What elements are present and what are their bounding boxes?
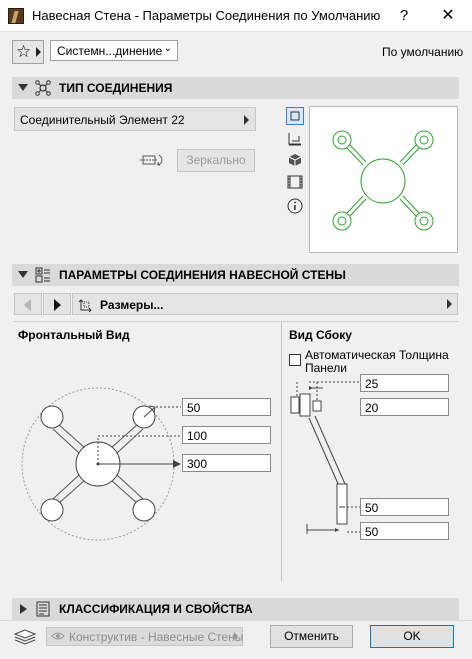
close-button[interactable]: ✕ bbox=[436, 4, 460, 28]
collapse-triangle-icon bbox=[18, 84, 28, 91]
collapse-triangle-icon bbox=[18, 271, 28, 278]
auto-thickness-label: Автоматическая Толщина Панели bbox=[305, 348, 449, 375]
3d-cube-icon bbox=[288, 154, 302, 166]
arm-length-field[interactable]: 300 bbox=[182, 454, 271, 472]
footer-divider bbox=[0, 620, 472, 621]
classification-icon bbox=[36, 601, 50, 617]
previous-page-button[interactable] bbox=[14, 293, 42, 315]
section-connection-type-header[interactable]: ТИП СОЕДИНЕНИЯ bbox=[12, 77, 459, 99]
title-bar: Навесная Стена - Параметры Соединения по… bbox=[0, 0, 472, 32]
eye-icon bbox=[51, 632, 65, 640]
dimensions-icon bbox=[78, 299, 92, 313]
connection-element-value: Соединительный Элемент 22 bbox=[20, 113, 185, 127]
star-icon: ☆ bbox=[16, 42, 32, 61]
params-list-icon bbox=[35, 267, 50, 283]
connection-element-select[interactable]: Соединительный Элемент 22 bbox=[14, 107, 256, 131]
plan-view-button[interactable] bbox=[286, 107, 304, 125]
front-view-diagram bbox=[21, 387, 181, 541]
expand-triangle-icon bbox=[20, 604, 27, 614]
auto-thickness-checkbox[interactable] bbox=[289, 354, 301, 366]
section-view-icon bbox=[288, 133, 301, 146]
side-view-diagram bbox=[290, 381, 361, 534]
side-top-field-2[interactable]: 20 bbox=[360, 398, 449, 416]
connection-type-icon bbox=[35, 80, 51, 96]
side-view-heading: Вид Сбоку bbox=[289, 328, 352, 342]
chevron-right-icon bbox=[244, 115, 249, 125]
film-view-button[interactable] bbox=[286, 173, 304, 191]
ok-button[interactable]: OK bbox=[370, 625, 454, 648]
section-connection-type-label: ТИП СОЕДИНЕНИЯ bbox=[59, 81, 173, 95]
mirror-icon bbox=[140, 154, 163, 166]
layer-icon bbox=[13, 629, 37, 645]
mirror-button[interactable]: Зеркально bbox=[177, 149, 255, 172]
section-classification-label: КЛАССИФИКАЦИЯ И СВОЙСТВА bbox=[59, 602, 253, 616]
cancel-button[interactable]: Отменить bbox=[270, 625, 353, 648]
preset-value: Системн...динение bbox=[57, 44, 163, 58]
arrow-left-icon bbox=[24, 299, 31, 311]
front-view-heading: Фронтальный Вид bbox=[18, 328, 130, 342]
default-label: По умолчанию bbox=[382, 45, 464, 59]
favorites-button[interactable]: ☆ bbox=[12, 40, 44, 64]
chevron-right-icon bbox=[234, 632, 238, 640]
parameter-page-select[interactable]: Размеры... bbox=[72, 293, 458, 315]
spider-fitting-preview bbox=[332, 130, 434, 231]
side-top-field-1[interactable]: 25 bbox=[360, 374, 449, 392]
chevron-right-icon bbox=[447, 299, 452, 309]
3d-view-button[interactable] bbox=[286, 151, 304, 169]
side-bottom-field-2[interactable]: 50 bbox=[360, 522, 449, 540]
archicad-app-icon bbox=[8, 8, 24, 24]
plan-icon bbox=[290, 111, 300, 121]
hub-size-field[interactable]: 100 bbox=[182, 426, 271, 444]
pin-radius-field[interactable]: 50 bbox=[182, 398, 271, 416]
preset-dropdown[interactable]: Системн...динение ⌄ bbox=[50, 40, 178, 61]
parameter-page-value: Размеры... bbox=[100, 298, 164, 312]
section-params-header[interactable]: ПАРАМЕТРЫ СОЕДИНЕНИЯ НАВЕСНОЙ СТЕНЫ bbox=[12, 264, 459, 286]
arrow-right-icon bbox=[54, 299, 61, 311]
section-classification-header[interactable]: КЛАССИФИКАЦИЯ И СВОЙСТВА bbox=[12, 598, 459, 620]
section-params-label: ПАРАМЕТРЫ СОЕДИНЕНИЯ НАВЕСНОЙ СТЕНЫ bbox=[59, 268, 346, 282]
help-button[interactable]: ? bbox=[392, 4, 416, 28]
side-bottom-field-1[interactable]: 50 bbox=[360, 498, 449, 516]
window-title: Навесная Стена - Параметры Соединения по… bbox=[32, 8, 381, 23]
info-icon bbox=[287, 198, 303, 214]
chevron-right-icon bbox=[36, 47, 41, 57]
connection-preview bbox=[309, 106, 458, 253]
layer-value: Конструктив - Навесные Стены bbox=[69, 630, 244, 644]
view-divider bbox=[281, 321, 282, 582]
layer-select[interactable]: Конструктив - Навесные Стены bbox=[46, 627, 243, 646]
section-view-button[interactable] bbox=[286, 130, 304, 148]
film-icon bbox=[287, 175, 303, 189]
next-page-button[interactable] bbox=[43, 293, 71, 315]
panel-divider bbox=[14, 321, 458, 322]
chevron-down-icon: ⌄ bbox=[163, 43, 172, 54]
info-button[interactable] bbox=[286, 197, 304, 215]
